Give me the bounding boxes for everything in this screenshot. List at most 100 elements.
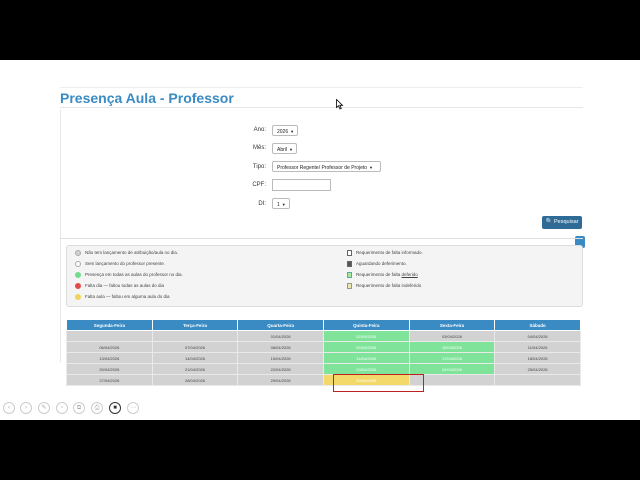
pen-icon[interactable]: ✎	[38, 402, 50, 414]
calendar-day-cell[interactable]: 11/04/2026	[494, 341, 581, 353]
calendar-day-cell[interactable]: 29/04/2026	[237, 374, 324, 386]
legend-item-awaiting: Aguardando deferimento.	[347, 261, 407, 267]
calendar-day-cell[interactable]: 17/04/2026	[408, 352, 496, 364]
header-thursday: Quinta-Feira	[322, 319, 410, 331]
calendar-day-cell	[66, 330, 153, 342]
calendar-day-cell[interactable]: 07/04/2026	[151, 341, 239, 353]
tipo-value: Professor Regente/ Professor de Projeto	[277, 165, 368, 171]
calendar-day-cell[interactable]: 15/04/2026	[237, 352, 324, 364]
header-monday: Segunda-Feira	[66, 319, 153, 331]
legend-text: Sem lançamento do professor presente.	[85, 261, 166, 267]
calendar-day-cell[interactable]: 08/04/2026	[237, 341, 324, 353]
legend-text: Requerimento de falta indeferido	[356, 283, 422, 289]
attendance-calendar: Segunda-Feira Terça-Feira Quarta-Feira Q…	[66, 319, 581, 386]
calendar-day-cell[interactable]: 01/04/2026	[237, 330, 324, 342]
header-saturday: Sábado	[494, 319, 581, 331]
hourglass-icon	[347, 261, 352, 267]
legend-text: Falta dia — faltou todas as aulas do dia	[85, 283, 165, 289]
legend-item-no-launch: Sem lançamento do professor presente.	[75, 261, 165, 267]
calendar-row: 27/04/2026 28/04/2026 29/04/2026 30/04/2026	[66, 374, 581, 386]
calendar-day-cell[interactable]: 27/04/2026	[66, 374, 153, 386]
legend-text: Presença em todas as aulas do professor …	[85, 272, 183, 278]
tipo-select[interactable]: Professor Regente/ Professor de Projeto ▼	[272, 161, 381, 172]
tipo-label: Tipo:	[252, 164, 266, 170]
search-button-label: Pesquisar	[554, 219, 579, 225]
calendar-day-cell[interactable]: 28/04/2026	[151, 374, 239, 386]
calendar-row: 20/04/2026 21/04/2026 22/04/2026 23/04/2026…	[66, 363, 581, 375]
calendar-day-cell[interactable]: 22/04/2026	[237, 363, 324, 375]
ano-select[interactable]: 2026 ▼	[272, 125, 298, 136]
calendar-day-cell[interactable]: 18/04/2026	[494, 352, 581, 364]
calendar-day-cell[interactable]: 21/04/2026	[151, 363, 239, 375]
chevron-down-icon: ▼	[281, 202, 286, 207]
calendar-day-cell[interactable]: 09/04/2026	[322, 341, 410, 353]
mes-value: Abril	[277, 147, 288, 153]
cpf-label: CPF:	[252, 182, 266, 188]
calendar-day-cell[interactable]: 25/04/2026	[494, 363, 581, 375]
mouse-cursor-icon	[336, 99, 344, 110]
calendar-day-cell[interactable]: 16/04/2026	[322, 352, 410, 364]
legend-text: Requerimento de falta informado.	[356, 250, 423, 256]
title-divider	[60, 107, 583, 108]
screen: Presença Aula - Professor Ano: 2026 ▼ Mês…	[0, 60, 640, 420]
legend-item-request-informed: Requerimento de falta informado.	[347, 250, 423, 256]
calendar-row: 13/04/2026 14/04/2026 15/04/2026 16/04/2026…	[66, 352, 581, 364]
di-label: DI:	[258, 201, 266, 207]
top-divider	[60, 87, 583, 88]
di-value: 1	[277, 202, 280, 208]
calendar-body: 01/04/2026 02/04/2026 03/04/2026 04/04/2026…	[66, 330, 581, 386]
legend-item-present: Presença em todas as aulas do professor …	[75, 272, 183, 278]
x-document-icon	[347, 283, 352, 289]
calendar-day-cell[interactable]: 23/04/2026	[322, 363, 410, 375]
eraser-icon[interactable]: ▫	[56, 402, 68, 414]
search-icon: 🔍	[545, 219, 553, 225]
legend-text: Aguardando deferimento.	[356, 261, 407, 267]
legend-text: Requerimento de falta	[356, 272, 402, 278]
search-button[interactable]: 🔍Pesquisar	[542, 216, 582, 229]
ano-label: Ano:	[253, 127, 266, 133]
legend-item-granted: Requerimento de falta deferido	[347, 272, 418, 278]
legend-item-absent-day: Falta dia — faltou todas as aulas do dia	[75, 283, 164, 289]
header-wednesday: Quarta-Feira	[237, 319, 324, 331]
di-select[interactable]: 1 ▼	[272, 198, 290, 209]
more-icon[interactable]: ⋯	[127, 402, 139, 414]
calendar-row: 01/04/2026 02/04/2026 03/04/2026 04/04/2026	[66, 330, 581, 342]
yellow-dot-icon	[75, 294, 81, 300]
print-icon[interactable]: ⎙	[91, 402, 103, 414]
calendar-day-cell	[494, 374, 581, 386]
red-dot-icon	[75, 283, 81, 289]
legend-item-no-assignment: Não tem lançamento de atribuição/aula no…	[75, 250, 178, 256]
green-dot-icon	[75, 272, 81, 278]
header-friday: Sexta-Feira	[408, 319, 496, 331]
legend-item-absent-class: Falta aula — faltou em alguma aula do di…	[75, 294, 170, 300]
page-title: Presença Aula - Professor	[60, 90, 234, 106]
mes-select[interactable]: Abril ▼	[272, 143, 297, 154]
copy-icon[interactable]: ⧉	[73, 402, 85, 414]
header-tuesday: Terça-Feira	[151, 319, 239, 331]
camera-icon[interactable]: ■	[109, 402, 121, 414]
calendar-day-cell[interactable]: 02/04/2026	[322, 330, 410, 342]
calendar-day-cell[interactable]: 04/04/2026	[494, 330, 581, 342]
calendar-day-cell[interactable]: 14/04/2026	[151, 352, 239, 364]
back-icon[interactable]: ‹	[3, 402, 15, 414]
calendar-day-cell[interactable]: 03/04/2026	[408, 330, 496, 342]
white-dot-icon	[75, 261, 81, 267]
calendar-day-cell	[151, 330, 239, 342]
cpf-input[interactable]	[272, 179, 331, 191]
form-divider	[60, 238, 583, 239]
legend-item-denied: Requerimento de falta indeferido	[347, 283, 421, 289]
calendar-day-cell[interactable]: 10/04/2026	[408, 341, 496, 353]
legend-text: Falta aula — faltou em alguma aula do di…	[85, 294, 170, 300]
highlight-box	[333, 374, 424, 392]
ano-value: 2026	[277, 129, 289, 135]
calendar-day-cell[interactable]: 13/04/2026	[66, 352, 153, 364]
check-document-icon	[347, 272, 352, 278]
forward-icon[interactable]: ›	[20, 402, 32, 414]
legend-box: Não tem lançamento de atribuição/aula no…	[66, 245, 583, 307]
chevron-down-icon: ▼	[289, 147, 293, 152]
legend-text-underlined: deferido	[401, 272, 418, 278]
calendar-day-cell[interactable]: 20/04/2026	[66, 363, 153, 375]
calendar-day-cell[interactable]: 06/04/2026	[66, 341, 153, 353]
calendar-header-row: Segunda-Feira Terça-Feira Quarta-Feira Q…	[66, 319, 581, 331]
calendar-day-cell[interactable]: 24/04/2026	[408, 363, 496, 375]
